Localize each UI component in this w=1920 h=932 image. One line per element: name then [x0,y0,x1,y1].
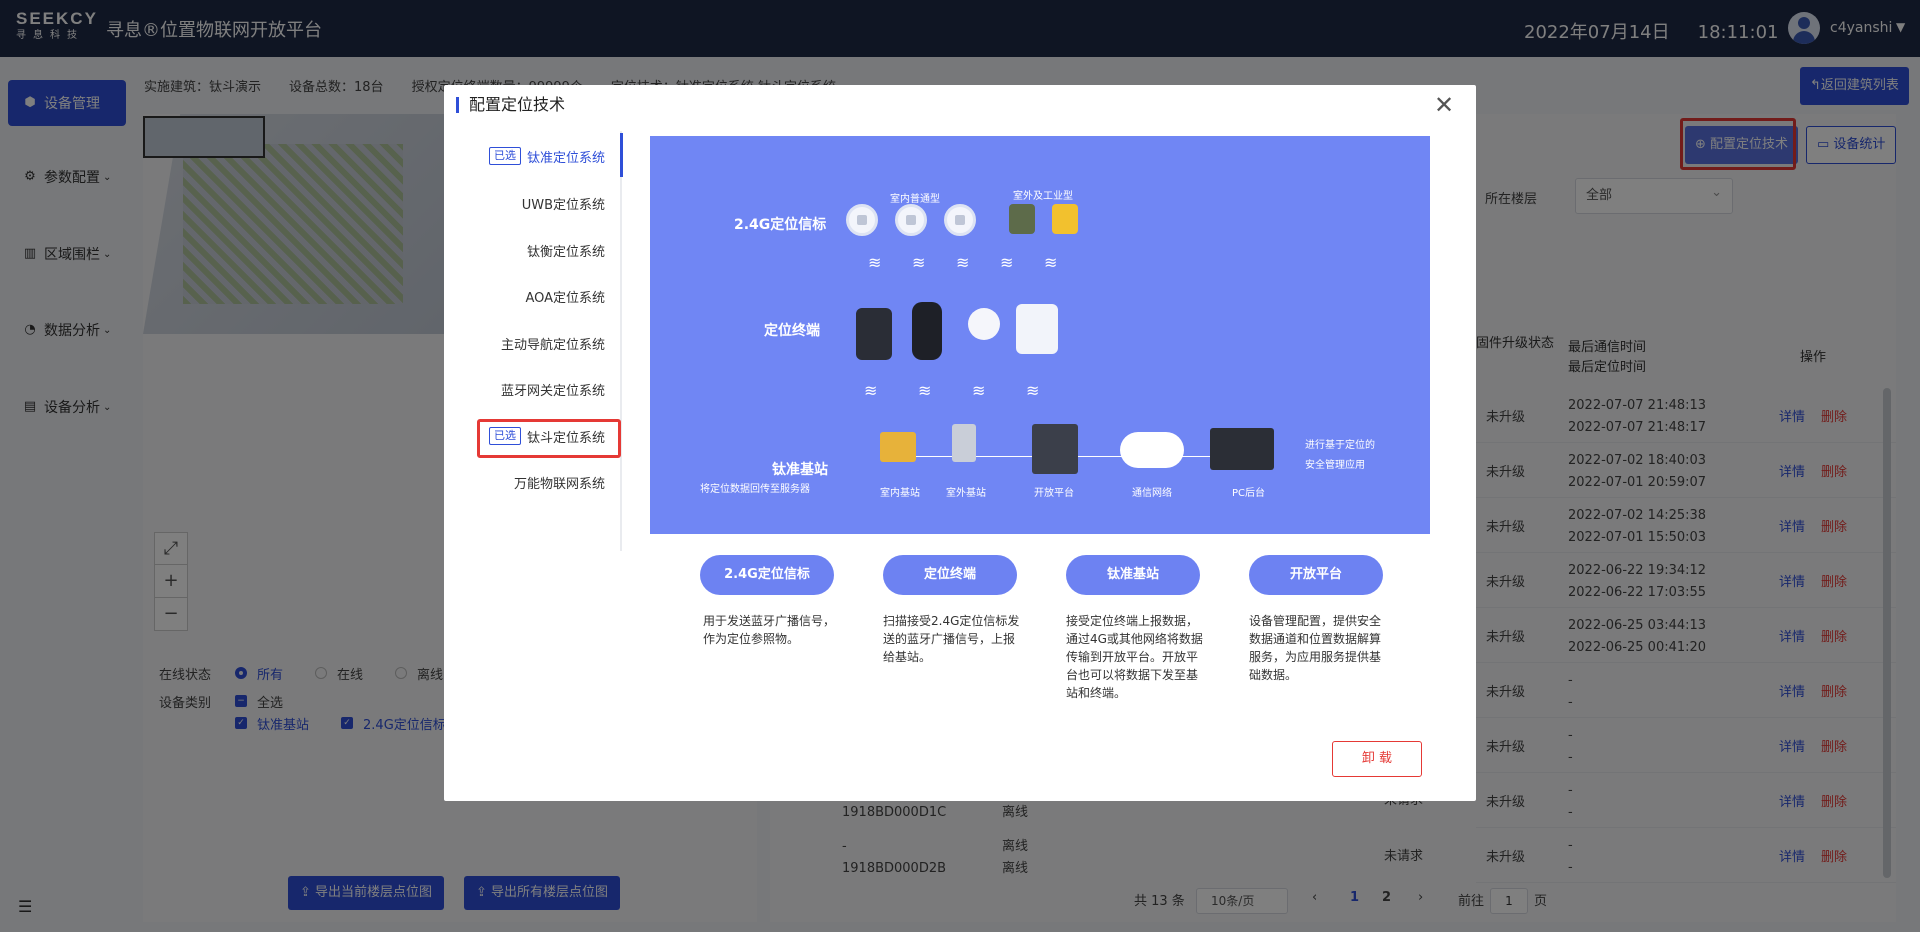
diagram-station-title: 钛准基站 [772,462,828,478]
system-label: 钛准定位系统 [526,150,605,166]
indoor-beacon-icon [846,204,878,236]
selected-tag: 已选 [488,147,521,165]
signal-wave-icon: ≋ [956,253,970,272]
feature-desc-platform: 设备管理配置，提供安全数据通道和位置数据解算服务，为应用服务提供基础数据。 [1249,614,1382,682]
label-app-line1: 进行基于定位的 [1305,440,1375,451]
feature-pill-platform: 开放平台 [1249,555,1383,595]
signal-wave-icon: ≋ [1044,253,1058,272]
system-item-aoa[interactable]: AOA定位系统 [444,284,605,308]
config-positioning-modal: 配置定位技术 ✕ 已选 钛准定位系统 UWB定位系统 钛衡定位系统 AOA定位系统主动导… [444,85,1476,801]
signal-wave-icon: ≋ [1026,381,1040,400]
modal-title: 配置定位技术 [456,97,565,113]
system-item-tz[interactable]: 已选 钛准定位系统 [444,144,605,168]
diagram-indoor-beacon-label: 室内普通型 [890,194,940,205]
industrial-beacon-icon [1009,204,1035,234]
diagram-station-subtitle: 将定位数据回传至服务器 [700,484,810,495]
signal-wave-icon: ≋ [972,381,986,400]
indoor-beacon-icon [895,204,927,236]
signal-wave-icon: ≋ [864,381,878,400]
close-icon[interactable]: ✕ [1434,93,1454,117]
active-indicator [620,133,623,177]
signal-wave-icon: ≋ [912,253,926,272]
feature-desc-beacon: 用于发送蓝牙广播信号，作为定位参照物。 [703,614,836,646]
signal-wave-icon: ≋ [868,253,882,272]
label-network: 通信网络 [1132,488,1172,499]
feature-desc-station: 接受定位终端上报数据，通过4G或其他网络将数据传输到开放平台。开放平台也可以将数… [1066,614,1203,700]
laptop-icon [1210,428,1274,470]
system-label: 钛衡定位系统 [526,244,605,260]
signal-wave-icon: ≋ [918,381,932,400]
feature-pill-terminal: 定位终端 [883,555,1017,595]
label-open-platform: 开放平台 [1034,488,1074,499]
diagram-outdoor-beacon-label: 室外及工业型 [1013,191,1073,202]
terminal-tag-icon [1016,304,1058,354]
system-item-th[interactable]: 钛衡定位系统 [444,238,605,262]
indoor-beacon-icon [944,204,976,236]
highlight-box-system [477,419,621,458]
system-item-ble[interactable]: 蓝牙网关定位系统 [444,377,605,401]
label-pc: PC后台 [1232,488,1266,499]
terminal-watch-icon [912,302,942,360]
terminal-button-icon [968,308,1000,340]
cloud-icon [1120,432,1184,468]
diagram-terminal-title: 定位终端 [764,323,820,339]
system-label: UWB定位系统 [521,197,605,213]
system-label: AOA定位系统 [525,290,605,306]
system-label: 万能物联网系统 [513,476,605,492]
indoor-station-icon [880,432,916,462]
system-item-nav[interactable]: 主动导航定位系统 [444,331,605,355]
feature-pill-beacon: 2.4G定位信标 [700,555,834,595]
system-label: 蓝牙网关定位系统 [500,383,605,399]
system-label: 主动导航定位系统 [500,337,605,353]
signal-wave-icon: ≋ [1000,253,1014,272]
feature-desc-terminal: 扫描接受2.4G定位信标发送的蓝牙广播信号，上报给基站。 [883,614,1020,664]
uninstall-button[interactable]: 卸 载 [1332,741,1422,777]
server-icon [1032,424,1078,474]
diagram-beacon-title: 2.4G定位信标 [734,217,827,233]
label-indoor-station: 室内基站 [880,488,920,499]
label-outdoor-station: 室外基站 [946,488,986,499]
feature-pill-station: 钛准基站 [1066,555,1200,595]
terminal-card-icon [856,308,892,360]
architecture-diagram: 2.4G定位信标 室内普通型 室外及工业型 ≋ ≋ ≋ ≋ ≋ 定位终端 ≋ ≋… [650,136,1430,534]
system-item-uwb[interactable]: UWB定位系统 [444,191,605,215]
outdoor-station-icon [952,424,976,462]
industrial-beacon-icon [1052,204,1078,234]
label-app-line2: 安全管理应用 [1305,460,1365,471]
system-item-iot[interactable]: 万能物联网系统 [444,470,605,494]
